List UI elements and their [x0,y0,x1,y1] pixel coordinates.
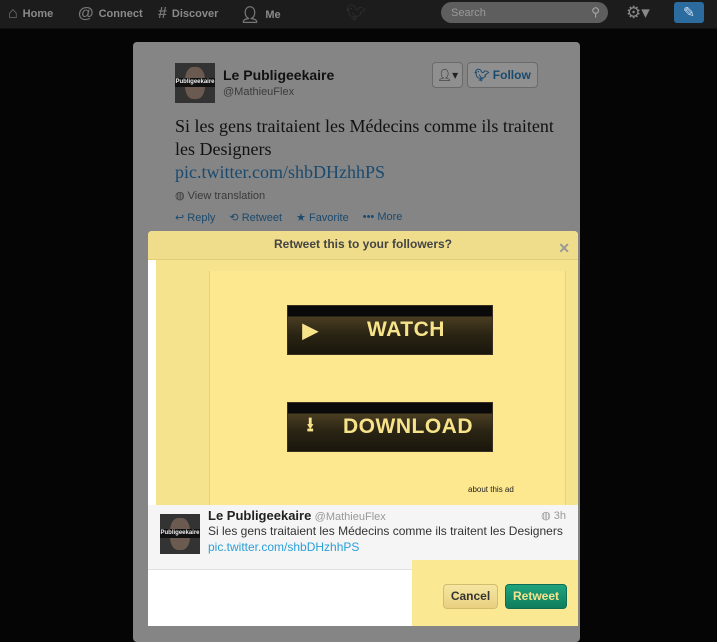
globe-icon: ◍ [541,510,551,522]
retweet-button[interactable]: Retweet [505,584,567,609]
more-action[interactable]: ••• More [363,211,403,224]
hash-icon: # [158,5,167,22]
download-icon: ⭳ [306,414,315,436]
compose-icon: ✎ [683,4,695,20]
about-this-ad-link[interactable]: about this ad [468,485,514,494]
retweet-dialog: Retweet this to your followers? ✕ ▶ WATCH … [148,231,578,626]
gear-icon[interactable]: ⚙▾ [626,3,650,23]
quoted-link[interactable]: pic.twitter.com/shbDHzhhPS [208,540,359,554]
cancel-button[interactable]: Cancel [443,584,498,609]
twitter-bird-icon[interactable]: 🐦︎ [346,3,366,23]
home-icon: ⌂ [8,5,18,22]
close-icon[interactable]: ✕ [558,235,570,261]
person-dropdown-icon: 👤︎▾ [436,68,459,82]
tweet-text: Si les gens traitaient les Médecins comm… [175,116,554,182]
dialog-title: Retweet this to your followers? ✕ [148,231,578,260]
avatar[interactable]: Publigeekaire [175,63,215,103]
quoted-avatar: Publigeekaire [160,514,200,554]
person-icon: 👤︎ [240,7,261,24]
search-icon[interactable]: ⚲ [591,5,600,19]
search-input[interactable]: Search ⚲ [441,2,608,23]
user-actions-button[interactable]: 👤︎▾ [432,62,463,88]
quoted-name: Le Publigeekaire [208,508,312,523]
view-translation[interactable]: ◍ View translation [175,189,265,202]
nav-me[interactable]: 👤︎ Me [240,5,281,25]
quoted-text: Si les gens traitaient les Médecins comm… [208,524,563,538]
ad-download-button[interactable]: ⭳ DOWNLOAD [287,402,493,452]
ad-watch-button[interactable]: ▶ WATCH [287,305,493,355]
retweet-action[interactable]: ⟲ Retweet [229,211,282,224]
nav-discover[interactable]: # Discover [158,5,218,23]
ad-box: ▶ WATCH ⭳ DOWNLOAD about this ad [209,271,566,505]
play-icon: ▶ [302,319,319,342]
bird-icon: 🐦︎ [474,68,490,82]
at-icon: @ [78,5,94,22]
compose-tweet-button[interactable]: ✎ [674,2,704,23]
quoted-handle: @MathieuFlex [314,511,386,523]
globe-icon: ◍ [175,190,185,202]
author-name[interactable]: Le Publigeekaire [223,67,334,83]
quoted-time: ◍ 3h [541,510,566,522]
ad-overlay: ▶ WATCH ⭳ DOWNLOAD about this ad [156,260,578,505]
nav-connect[interactable]: @ Connect [78,5,143,23]
favorite-action[interactable]: ★ Favorite [296,211,349,224]
reply-action[interactable]: ↩ Reply [175,211,215,224]
tweet-link[interactable]: pic.twitter.com/shbDHzhhPS [175,162,385,182]
top-nav: ⌂ Home @ Connect # Discover 👤︎ Me 🐦︎ Search ⚲… [0,0,717,29]
follow-button[interactable]: 🐦︎ Follow [467,62,538,88]
author-handle[interactable]: @MathieuFlex [223,86,294,98]
tweet-actions: ↩ Reply ⟲ Retweet ★ Favorite ••• More [175,211,402,224]
nav-home[interactable]: ⌂ Home [8,5,53,23]
